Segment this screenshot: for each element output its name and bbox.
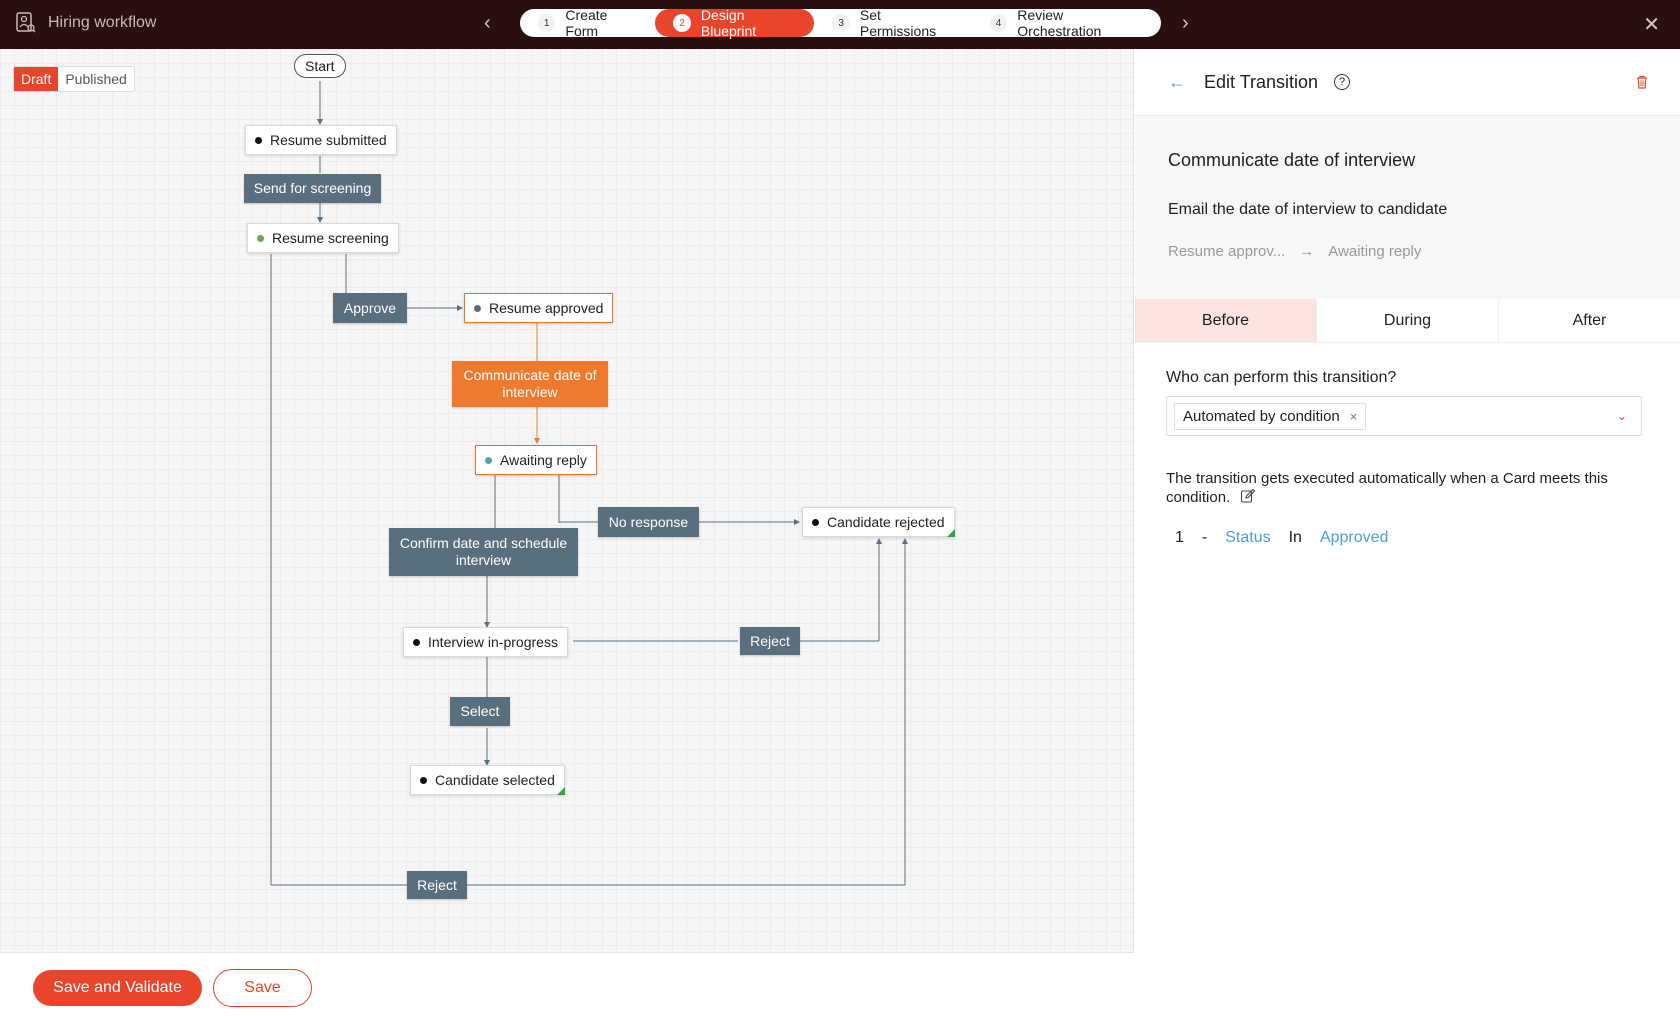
condition-value[interactable]: Approved	[1320, 529, 1389, 547]
state-label: Resume screening	[272, 230, 389, 246]
chevron-down-icon[interactable]: ⌄	[1617, 409, 1627, 423]
state-awaiting-reply[interactable]: Awaiting reply	[475, 445, 597, 475]
state-dot	[257, 234, 264, 242]
transition-name: Communicate date of interview	[1168, 150, 1416, 170]
remove-chip-icon[interactable]: ×	[1350, 409, 1358, 424]
transition-reject[interactable]: Reject	[407, 871, 467, 899]
transition-communicate-date[interactable]: Communicate date of interview	[452, 361, 608, 407]
tab-after[interactable]: After	[1499, 299, 1680, 342]
next-step-icon[interactable]: ›	[1182, 12, 1189, 35]
from-state: Resume approv...	[1168, 243, 1286, 260]
edit-icon[interactable]	[1240, 488, 1256, 504]
state-label: Awaiting reply	[500, 452, 587, 468]
state-label: Candidate rejected	[827, 514, 945, 530]
close-icon[interactable]: ✕	[1643, 12, 1660, 37]
blueprint-canvas[interactable]: Draft Published Start Resume submitted S…	[0, 49, 1134, 952]
draft-toggle[interactable]: Draft	[14, 67, 59, 91]
step-number: 2	[673, 14, 691, 32]
state-dot	[420, 776, 427, 784]
state-candidate-selected[interactable]: Candidate selected	[410, 765, 565, 795]
step-number: 4	[989, 14, 1008, 32]
step-create-form[interactable]: 1 Create Form	[520, 7, 655, 39]
save-button[interactable]: Save	[213, 969, 312, 1007]
transition-description: Email the date of interview to candidate	[1168, 201, 1448, 218]
transition-approve[interactable]: Approve	[333, 293, 407, 323]
panel-header: ← Edit Transition ?	[1135, 49, 1680, 116]
stepper: 1 Create Form 2 Design Blueprint 3 Set P…	[520, 7, 1161, 39]
phase-tabs: Before During After	[1135, 299, 1680, 343]
bottom-bar: Save and Validate Save	[0, 952, 1134, 1016]
top-bar: Hiring workflow ‹ 1 Create Form 2 Design…	[0, 0, 1680, 49]
workflow-search-icon	[16, 12, 36, 33]
step-set-permissions[interactable]: 3 Set Permissions	[814, 7, 971, 39]
save-and-validate-button[interactable]: Save and Validate	[33, 970, 202, 1006]
end-state-marker	[556, 787, 565, 795]
state-dot	[812, 518, 819, 526]
state-label: Resume approved	[489, 300, 604, 316]
automation-note: The transition gets executed automatical…	[1166, 469, 1656, 507]
state-interview-in-progress[interactable]: Interview in-progress	[403, 627, 568, 657]
help-icon[interactable]: ?	[1334, 74, 1351, 90]
brand: Hiring workflow	[16, 12, 156, 34]
transition-send-for-screening[interactable]: Send for screening	[244, 174, 381, 203]
state-dot	[413, 638, 420, 646]
step-label: Set Permissions	[859, 7, 937, 39]
published-toggle[interactable]: Published	[58, 67, 134, 91]
state-resume-submitted[interactable]: Resume submitted	[245, 125, 397, 155]
to-state: Awaiting reply	[1328, 243, 1422, 260]
step-design-blueprint[interactable]: 2 Design Blueprint	[655, 7, 815, 39]
end-state-marker	[946, 529, 955, 537]
step-label: Review Orchestration	[1017, 7, 1102, 39]
condition-operator: In	[1288, 529, 1302, 546]
performer-select[interactable]: Automated by condition × ⌄	[1166, 396, 1642, 436]
performer-chip-label: Automated by condition	[1183, 407, 1340, 425]
transition-confirm-date[interactable]: Confirm date and schedule interview	[389, 528, 578, 576]
state-candidate-rejected[interactable]: Candidate rejected	[802, 507, 955, 537]
app-title: Hiring workflow	[48, 14, 157, 31]
prev-step-icon[interactable]: ‹	[484, 12, 491, 35]
condition-row: 1 - Status In Approved	[1175, 529, 1680, 547]
state-label: Candidate selected	[435, 772, 555, 788]
state-dot	[474, 304, 481, 312]
step-number: 3	[832, 14, 850, 32]
transition-no-response[interactable]: No response	[598, 507, 699, 537]
transition-summary: Communicate date of interview Email the …	[1135, 116, 1680, 299]
state-resume-screening[interactable]: Resume screening	[247, 223, 399, 253]
state-label: Interview in-progress	[428, 634, 558, 650]
condition-separator: -	[1201, 529, 1208, 546]
back-arrow-icon[interactable]: ←	[1168, 72, 1186, 93]
condition-index: 1	[1175, 529, 1184, 546]
state-dot	[255, 136, 262, 144]
state-dot	[485, 456, 492, 464]
tab-during[interactable]: During	[1317, 299, 1499, 342]
state-resume-approved[interactable]: Resume approved	[464, 293, 614, 323]
panel-title: Edit Transition	[1204, 71, 1319, 92]
connector-lines	[270, 81, 908, 886]
tab-before[interactable]: Before	[1135, 299, 1317, 342]
step-number: 1	[538, 14, 556, 32]
condition-field[interactable]: Status	[1225, 529, 1270, 547]
performer-question: Who can perform this transition?	[1166, 369, 1397, 386]
transition-select[interactable]: Select	[450, 697, 510, 726]
state-label: Resume submitted	[270, 132, 387, 148]
automation-note-text: The transition gets executed automatical…	[1166, 470, 1608, 506]
start-node[interactable]: Start	[294, 54, 346, 78]
trash-icon[interactable]	[1636, 75, 1648, 89]
transition-flow: Resume approv... → Awaiting reply	[1168, 243, 1648, 260]
edit-transition-panel: ← Edit Transition ? Communicate date of …	[1135, 49, 1680, 1016]
step-review-orchestration[interactable]: 4 Review Orchestration	[972, 7, 1161, 39]
transition-reject[interactable]: Reject	[740, 627, 800, 655]
performer-chip: Automated by condition ×	[1174, 402, 1367, 430]
step-label: Create Form	[565, 7, 608, 39]
step-label: Design Blueprint	[700, 7, 757, 39]
arrow-right-icon: →	[1299, 243, 1315, 260]
draft-published-toggle: Draft Published	[13, 66, 135, 92]
